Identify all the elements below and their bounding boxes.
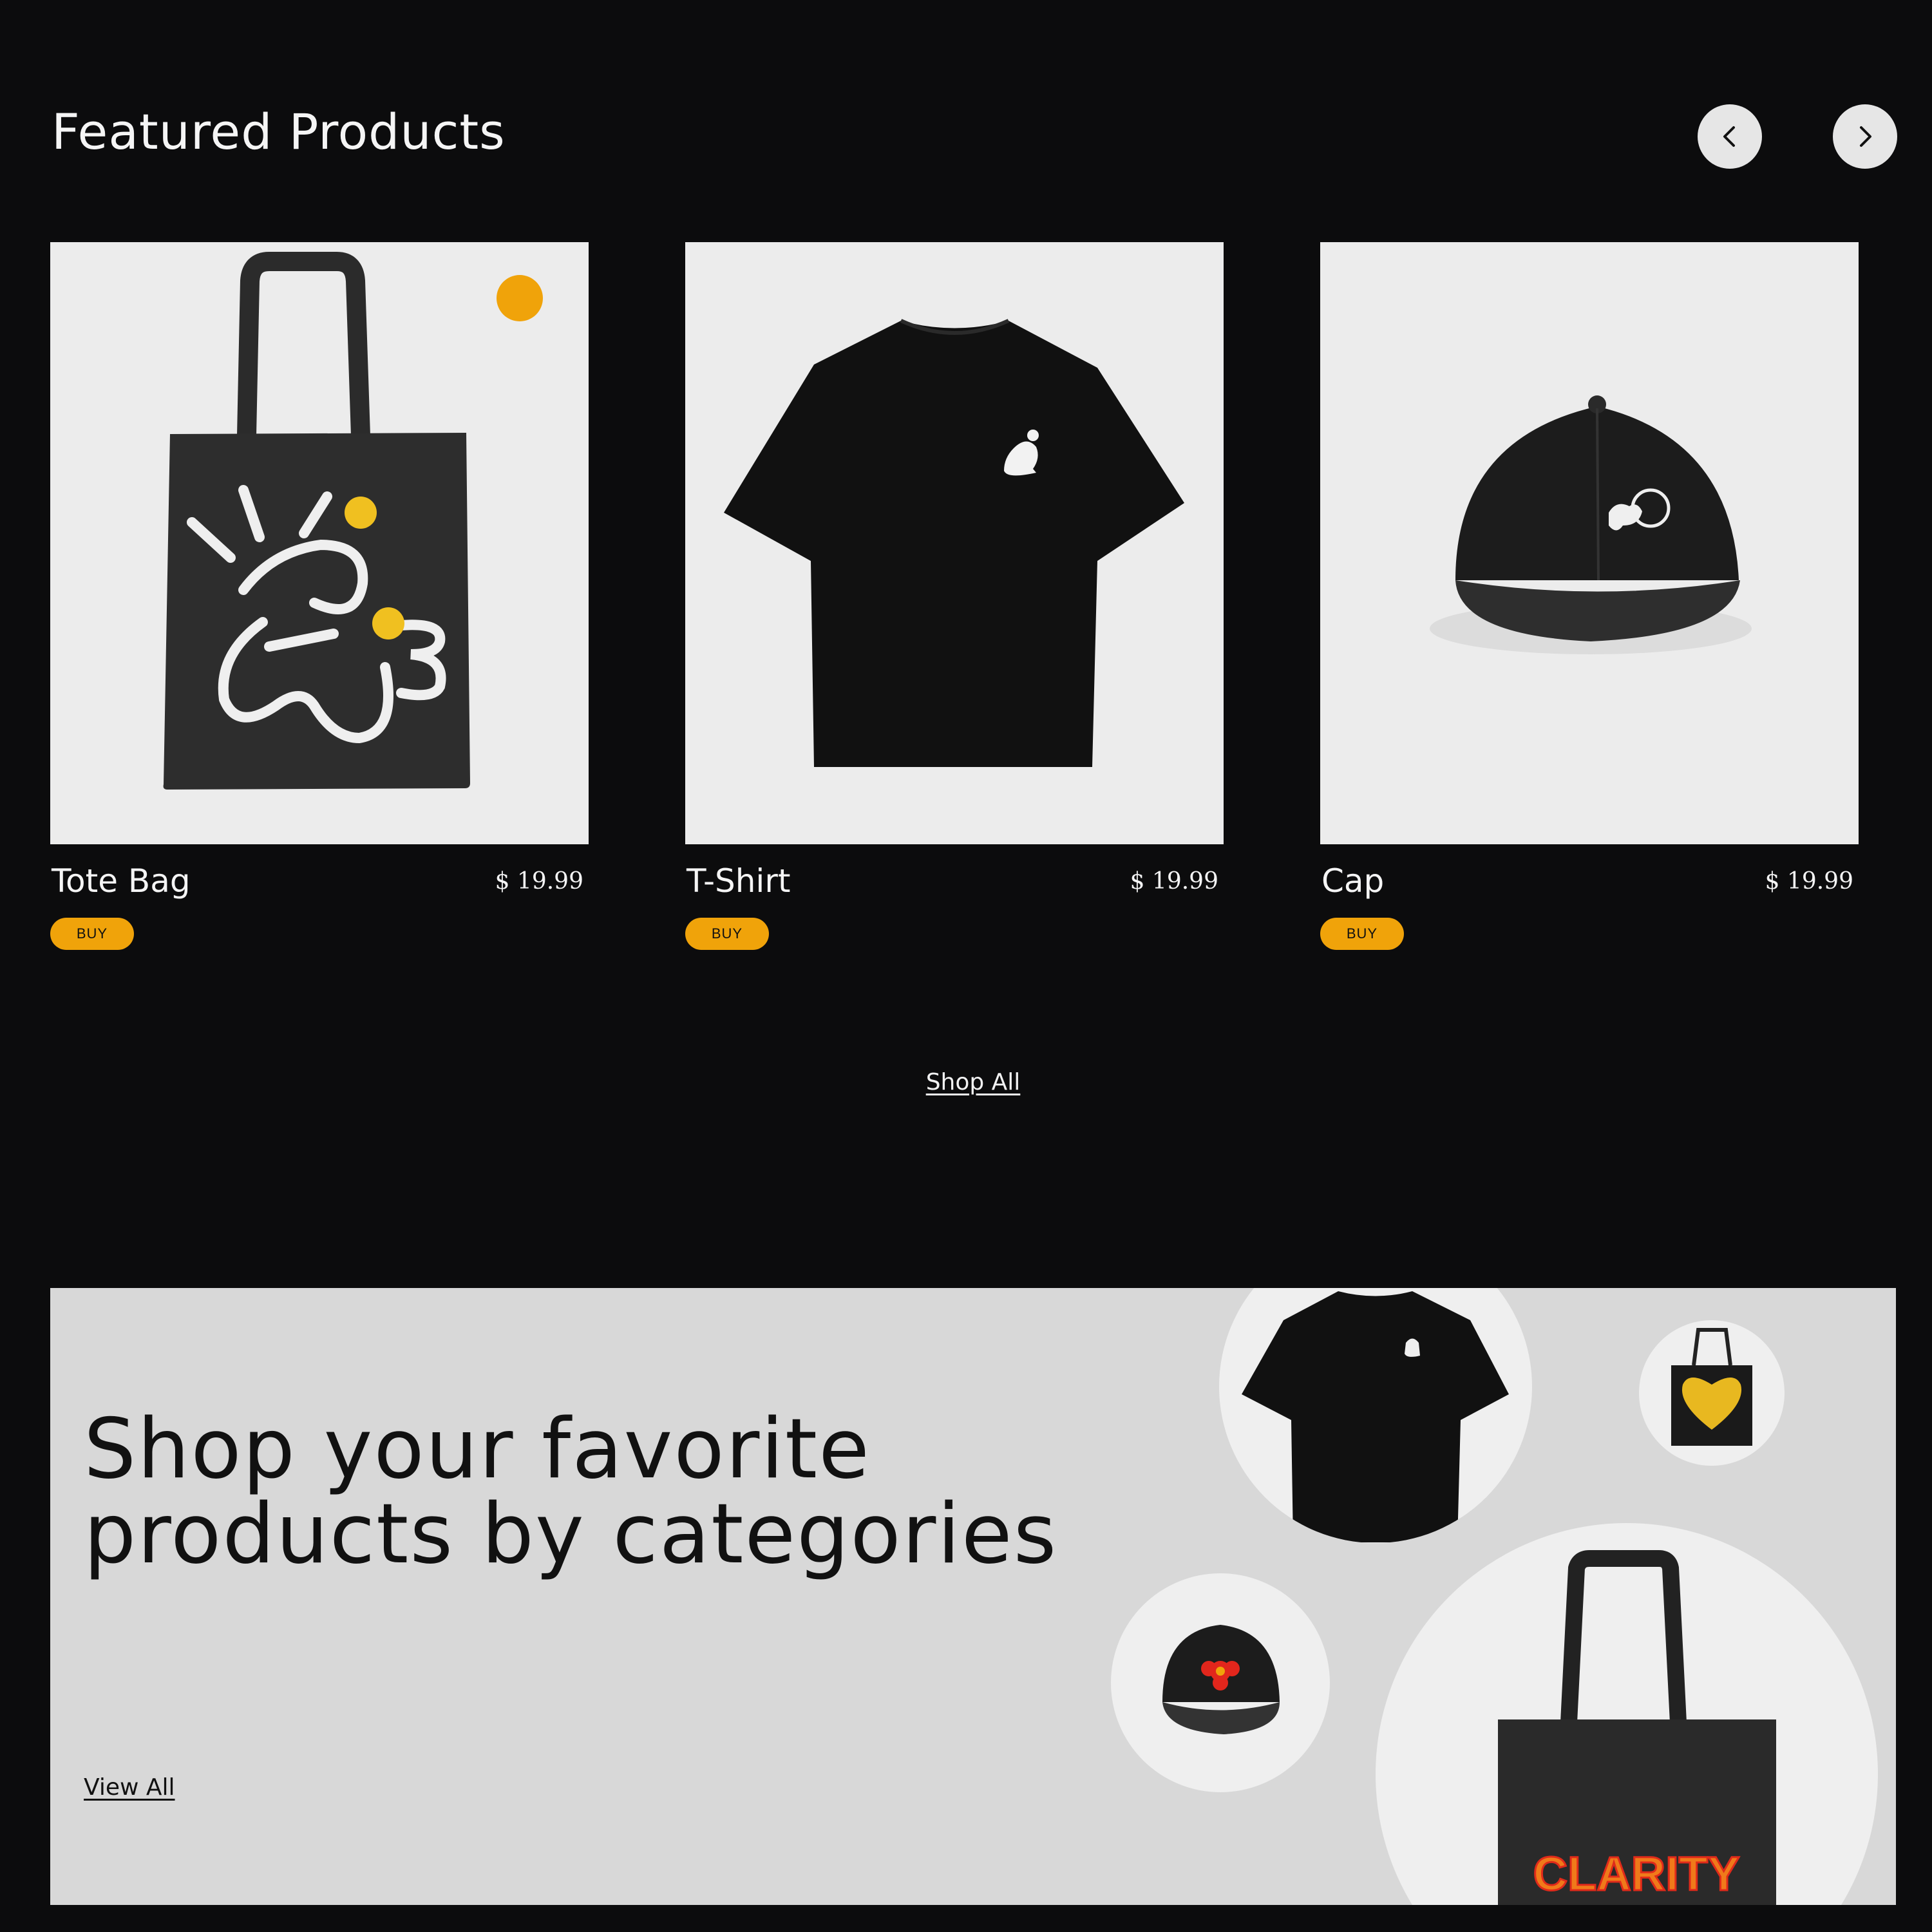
product-card-tote-bag[interactable]: Tote Bag $ 19.99 BUY <box>50 242 589 950</box>
tote-print-text: CLARITY <box>1533 1847 1740 1900</box>
carousel-next-button[interactable] <box>1833 104 1897 169</box>
categories-banner: Shop your favorite products by categorie… <box>50 1288 1896 1905</box>
product-price: $ 19.99 <box>495 867 583 895</box>
carousel-prev-button[interactable] <box>1698 104 1762 169</box>
product-image-tote-bag[interactable] <box>50 242 589 844</box>
product-name: T-Shirt <box>687 862 791 900</box>
product-card-cap[interactable]: Cap $ 19.99 BUY <box>1320 242 1859 950</box>
section-title: Featured Products <box>52 103 506 160</box>
t-shirt-illustration <box>1242 1291 1509 1542</box>
product-image-cap[interactable] <box>1320 242 1859 844</box>
cap-illustration <box>1430 395 1752 654</box>
category-circle-bags[interactable]: CLARITY <box>1376 1523 1878 1905</box>
banner-title-line-2: products by categories <box>84 1486 1058 1582</box>
tote-bag-illustration <box>163 252 543 790</box>
chevron-right-icon <box>1860 126 1871 147</box>
product-name: Tote Bag <box>52 862 191 900</box>
shop-all-container: Shop All <box>0 1069 1932 1095</box>
product-price: $ 19.99 <box>1130 867 1218 895</box>
product-name: Cap <box>1321 862 1385 900</box>
cap-illustration <box>1162 1625 1280 1734</box>
category-circle-totes[interactable] <box>1639 1320 1785 1466</box>
product-image-t-shirt[interactable] <box>685 242 1224 844</box>
buy-button-t-shirt[interactable]: BUY <box>685 918 769 950</box>
banner-title: Shop your favorite products by categorie… <box>84 1407 1057 1577</box>
view-all-link[interactable]: View All <box>84 1774 175 1801</box>
category-circle-caps[interactable] <box>1111 1573 1330 1792</box>
product-card-t-shirt[interactable]: T-Shirt $ 19.99 BUY <box>685 242 1224 950</box>
product-price: $ 19.99 <box>1765 867 1853 895</box>
shop-all-link[interactable]: Shop All <box>926 1069 1021 1095</box>
buy-button-cap[interactable]: BUY <box>1320 918 1404 950</box>
category-circle-t-shirts[interactable] <box>1219 1288 1532 1543</box>
heart-tote-illustration <box>1671 1328 1752 1446</box>
buy-button-tote-bag[interactable]: BUY <box>50 918 134 950</box>
clarity-tote-illustration: CLARITY <box>1498 1550 1776 1905</box>
t-shirt-illustration <box>724 319 1184 767</box>
chevron-left-icon <box>1723 126 1735 147</box>
banner-title-line-1: Shop your favorite <box>84 1401 871 1497</box>
